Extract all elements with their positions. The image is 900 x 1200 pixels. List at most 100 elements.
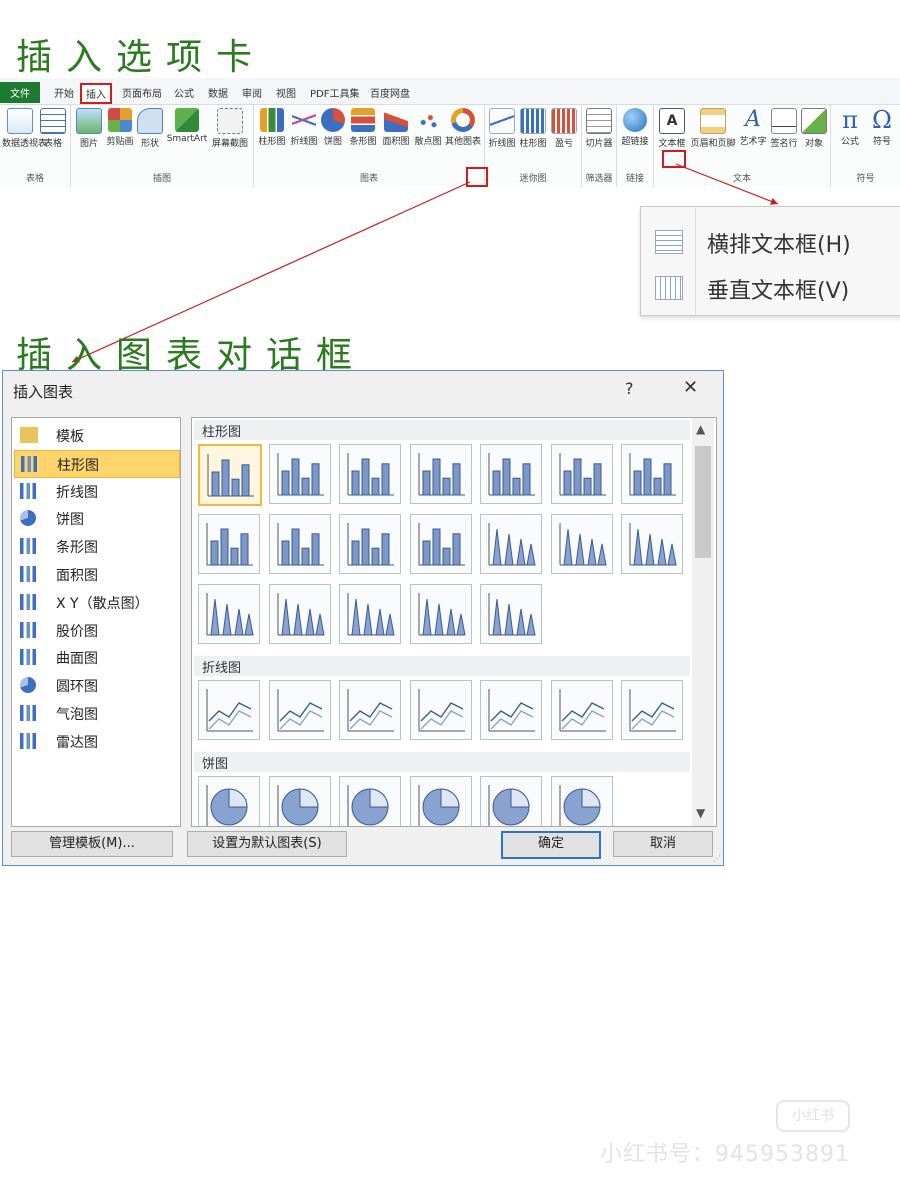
category-item[interactable]: 曲面图 [14,644,178,670]
100-stacked-pyramid-icon[interactable] [409,584,472,644]
100-stacked-cylinder-icon[interactable] [339,514,401,574]
3d-line-icon[interactable] [621,680,683,740]
3d-pie-icon[interactable] [268,776,331,826]
category-item[interactable]: 面积图 [14,561,178,587]
stacked-pyramid-icon[interactable] [339,584,401,644]
tab-pdf-tools[interactable]: PDF工具集 [308,85,361,100]
category-item[interactable]: 雷达图 [14,728,178,754]
tab-page-layout[interactable]: 页面布局 [120,85,164,100]
100-stacked-cone-icon[interactable] [621,514,683,574]
3d-cylinder-icon[interactable] [409,514,472,574]
tab-file[interactable]: 文件 [0,82,40,103]
sparkline-line-button[interactable]: 折线图 [487,108,517,149]
category-item[interactable]: 气泡图 [14,700,178,726]
clipart-button[interactable]: 剪贴画 [103,108,137,147]
header-footer-button[interactable]: 页眉和页脚 [688,108,738,149]
scroll-up-icon[interactable]: ▲ [696,422,705,436]
smartart-button[interactable]: SmartArt [165,108,209,144]
bar-of-pie-icon[interactable] [550,776,613,826]
100-stacked-line-markers-icon[interactable] [550,680,613,740]
chart-type-preview [488,593,536,636]
textbox-label: 文本框 [658,139,686,149]
line-icon[interactable] [198,680,260,740]
other-charts-button[interactable]: 其他图表 [444,108,482,147]
category-item[interactable]: 股价图 [14,617,178,643]
stacked-column-icon[interactable] [268,444,331,504]
column-chart-button[interactable]: 柱形图 [256,108,288,147]
3d-stacked-column-icon[interactable] [480,444,542,504]
category-item[interactable]: 模板 [14,422,178,448]
gallery-scrollbar[interactable]: ▲ ▼ [692,418,714,826]
category-item[interactable]: 圆环图 [14,672,178,698]
bar-chart-button[interactable]: 条形图 [346,108,380,147]
category-item[interactable]: 饼图 [14,505,178,531]
3d-100-stacked-column-icon[interactable] [550,444,613,504]
3d-column-icon[interactable] [621,444,683,504]
ok-button[interactable]: 确定 [501,831,601,859]
3d-cone-icon[interactable] [198,584,260,644]
close-button[interactable]: ✕ [683,377,698,398]
tab-review[interactable]: 审阅 [240,85,264,100]
tab-data[interactable]: 数据 [206,85,230,100]
win-loss-button[interactable]: 盈亏 [549,108,579,149]
signature-line-button[interactable]: 签名行 [768,108,800,149]
gallery-section-header: 柱形图 [194,420,690,440]
line-chart-button[interactable]: 折线图 [288,108,320,147]
area-chart-button[interactable]: 面积图 [380,108,412,147]
shapes-button[interactable]: 形状 [137,108,163,149]
clustered-pyramid-icon[interactable] [268,584,331,644]
table-button[interactable]: 表格 [38,108,68,149]
help-button[interactable]: ? [625,379,634,398]
slicer-button[interactable]: 切片器 [584,108,614,149]
hyperlink-label: 超链接 [621,137,649,147]
vertical-textbox-item[interactable]: 垂直文本框(V) [641,265,900,309]
textbox-button[interactable]: A 文本框 [656,108,688,149]
scroll-down-icon[interactable]: ▼ [696,806,705,820]
textbox-dropdown-highlight[interactable] [662,150,686,168]
object-button[interactable]: 对象 [800,108,828,149]
category-item[interactable]: 折线图 [14,478,178,504]
100-stacked-line-icon[interactable] [339,680,401,740]
stacked-cylinder-icon[interactable] [268,514,331,574]
stacked-line-icon[interactable] [268,680,331,740]
category-item[interactable]: X Y（散点图） [14,589,178,615]
manage-templates-button[interactable]: 管理模板(M)... [11,831,173,857]
scroll-thumb[interactable] [695,446,711,558]
clustered-column-icon[interactable] [198,444,262,506]
chart-dialog-launcher-highlight[interactable] [466,167,488,187]
symbol-button[interactable]: Ω 符号 [867,108,897,147]
tab-view[interactable]: 视图 [274,85,298,100]
scatter-chart-button[interactable]: 散点图 [412,108,444,147]
pie-of-pie-icon[interactable] [339,776,401,826]
clustered-cone-icon[interactable] [480,514,542,574]
exploded-pie-icon[interactable] [409,776,472,826]
pie-icon[interactable] [198,776,260,826]
cancel-button[interactable]: 取消 [613,831,713,857]
hyperlink-button[interactable]: 超链接 [619,108,651,147]
line-markers-icon[interactable] [409,680,472,740]
clustered-cylinder-icon[interactable] [198,514,260,574]
sparkline-column-button[interactable]: 柱形图 [517,108,549,149]
picture-button[interactable]: 图片 [75,108,103,149]
tab-baidu-netdisk[interactable]: 百度网盘 [368,85,412,100]
area-chart-icon [384,108,408,132]
tab-insert[interactable]: 插入 [80,83,112,104]
equation-button[interactable]: π 公式 [835,108,865,147]
set-default-chart-button[interactable]: 设置为默认图表(S) [187,831,347,857]
horizontal-textbox-item[interactable]: 横排文本框(H) [641,219,900,263]
3d-clustered-column-icon[interactable] [409,444,472,504]
category-item[interactable]: 条形图 [14,533,178,559]
category-item[interactable]: 柱形图 [14,449,180,478]
3d-pyramid-icon[interactable] [480,584,542,644]
tab-home[interactable]: 开始 [52,85,76,100]
stacked-cone-icon[interactable] [550,514,613,574]
pie-chart-button[interactable]: 饼图 [320,108,346,147]
tab-formulas[interactable]: 公式 [172,85,196,100]
3d-exploded-pie-icon[interactable] [480,776,542,826]
stacked-line-markers-icon[interactable] [480,680,542,740]
pivot-table-button[interactable]: 数据透视表 [2,108,47,149]
wordart-button[interactable]: A 艺术字 [738,108,768,148]
100-stacked-column-icon[interactable] [339,444,401,504]
screenshot-button[interactable]: 屏幕截图 [209,108,251,149]
resize-grip-icon[interactable]: ⋰ [713,854,721,863]
